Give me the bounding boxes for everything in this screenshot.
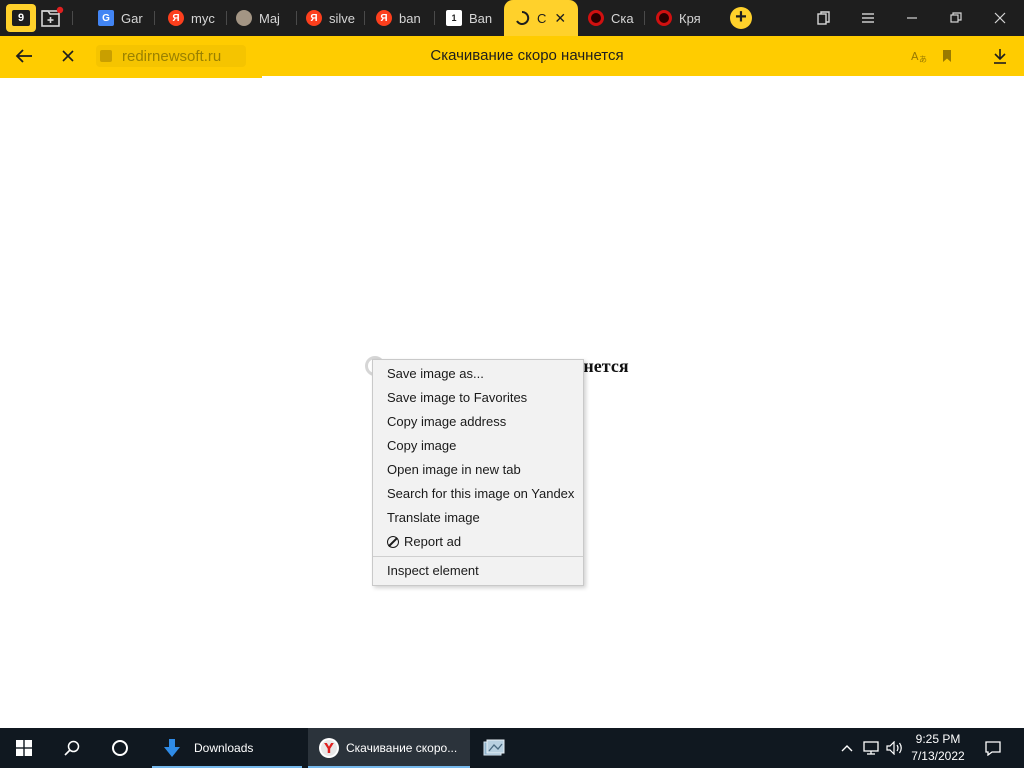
- downloads-icon[interactable]: [980, 36, 1020, 76]
- menu-item-inspect-element[interactable]: Inspect element: [373, 559, 583, 583]
- tab-label: Maj: [259, 10, 280, 26]
- taskbar-app-label: Downloads: [194, 741, 254, 755]
- restore-icon[interactable]: [934, 0, 978, 36]
- menu-item-save-image-as[interactable]: Save image as...: [373, 362, 583, 386]
- google-icon: G: [98, 10, 114, 26]
- menu-item-translate-image[interactable]: Translate image: [373, 506, 583, 530]
- yandex-icon: Я: [376, 10, 392, 26]
- menu-separator: [373, 556, 583, 557]
- menu-item-save-to-favorites[interactable]: Save image to Favorites: [373, 386, 583, 410]
- taskbar-app-label: Скачивание скоро...: [346, 741, 458, 755]
- download-folder-icon: [164, 739, 180, 757]
- clock-date: 7/13/2022: [911, 749, 965, 763]
- tab-gar[interactable]: G Gar: [88, 0, 150, 36]
- ban-icon: [387, 536, 399, 548]
- tab-separator: [364, 11, 365, 25]
- show-hidden-icons-chevron-icon[interactable]: [838, 728, 856, 768]
- network-icon[interactable]: [860, 728, 882, 768]
- menu-item-search-image-yandex[interactable]: Search for this image on Yandex: [373, 482, 583, 506]
- tab-ban[interactable]: Я ban: [366, 0, 432, 36]
- minimize-icon[interactable]: [890, 0, 934, 36]
- tab-active-download[interactable]: С ✕: [504, 0, 578, 36]
- tab-label: Ска: [611, 10, 634, 26]
- tab-count-badge: 9: [12, 10, 30, 26]
- menu-item-open-image-new-tab[interactable]: Open image in new tab: [373, 458, 583, 482]
- search-icon[interactable]: [48, 728, 96, 768]
- tab-label: ban: [399, 10, 421, 26]
- menu-item-label: Report ad: [404, 534, 462, 549]
- menu-item-copy-image[interactable]: Copy image: [373, 434, 583, 458]
- tab-label: С: [537, 10, 547, 26]
- tab-separator: [644, 11, 645, 25]
- page-load-progress: [0, 76, 262, 78]
- tabs-overview-button[interactable]: 9: [6, 4, 36, 32]
- tab-label: myc: [191, 10, 215, 26]
- record-icon: [656, 10, 672, 26]
- taskbar: Downloads Y Скачивание скоро... 9:25 PM …: [0, 728, 1024, 768]
- tab-myc[interactable]: Я myc: [158, 0, 224, 36]
- loading-spinner-icon: [516, 10, 530, 25]
- menu-item-report-ad[interactable]: Report ad: [373, 530, 583, 554]
- stop-loading-icon[interactable]: [48, 36, 88, 76]
- url-field[interactable]: redirnewsoft.ru: [96, 45, 246, 67]
- close-tab-icon[interactable]: ✕: [554, 10, 566, 27]
- url-text: redirnewsoft.ru: [122, 47, 222, 65]
- yandex-browser-icon: Y: [319, 738, 339, 758]
- windows-start-icon[interactable]: [0, 728, 48, 768]
- tab-separator: [434, 11, 435, 25]
- context-menu: Save image as... Save image to Favorites…: [372, 359, 584, 586]
- bookmark-icon[interactable]: [932, 36, 962, 76]
- clock-time: 9:25 PM: [915, 732, 961, 746]
- tab-krya[interactable]: Кря: [646, 0, 708, 36]
- translate-icon[interactable]: Aあ: [904, 36, 934, 76]
- tab-label: silve: [329, 10, 356, 26]
- image-thumbnail-icon: [236, 10, 252, 26]
- tab-label: Ban: [469, 10, 493, 26]
- menu-item-copy-image-address[interactable]: Copy image address: [373, 410, 583, 434]
- record-icon: [588, 10, 604, 26]
- svg-text:あ: あ: [919, 55, 927, 63]
- clock[interactable]: 9:25 PM 7/13/2022: [900, 731, 976, 765]
- svg-text:Y: Y: [323, 742, 334, 757]
- back-arrow-icon[interactable]: [4, 36, 44, 76]
- tab-ban-2[interactable]: 1 Ban: [436, 0, 498, 36]
- tab-label: Кря: [679, 10, 701, 26]
- tab-label: Gar: [121, 10, 143, 26]
- tab-separator: [72, 11, 73, 25]
- tab-strip: 9 G Gar Я myc Maj Я silve Я ban 1 Ban С …: [0, 0, 1024, 36]
- notifications-icon[interactable]: [978, 728, 1008, 768]
- lock-icon[interactable]: [100, 50, 112, 62]
- taskbar-app-yandex[interactable]: Y Скачивание скоро...: [308, 728, 470, 768]
- cortana-icon[interactable]: [96, 728, 144, 768]
- taskbar-app-downloads[interactable]: Downloads: [152, 728, 302, 768]
- yandex-icon: Я: [168, 10, 184, 26]
- tab-maj[interactable]: Maj: [226, 0, 292, 36]
- svg-text:A: A: [911, 50, 919, 63]
- address-bar: Скачивание скоро начнется redirnewsoft.r…: [0, 36, 1024, 76]
- collections-icon[interactable]: [802, 0, 846, 36]
- new-tab-plus-icon[interactable]: +: [730, 7, 752, 29]
- new-tab-folder-icon[interactable]: [40, 6, 64, 30]
- pinned-app-icon[interactable]: [472, 728, 516, 768]
- tab-separator: [154, 11, 155, 25]
- menu-icon[interactable]: [846, 0, 890, 36]
- close-window-icon[interactable]: [978, 0, 1022, 36]
- tab-silve[interactable]: Я silve: [296, 0, 358, 36]
- yandex-icon: Я: [306, 10, 322, 26]
- tab-ska[interactable]: Ска: [578, 0, 640, 36]
- number-one-icon: 1: [446, 10, 462, 26]
